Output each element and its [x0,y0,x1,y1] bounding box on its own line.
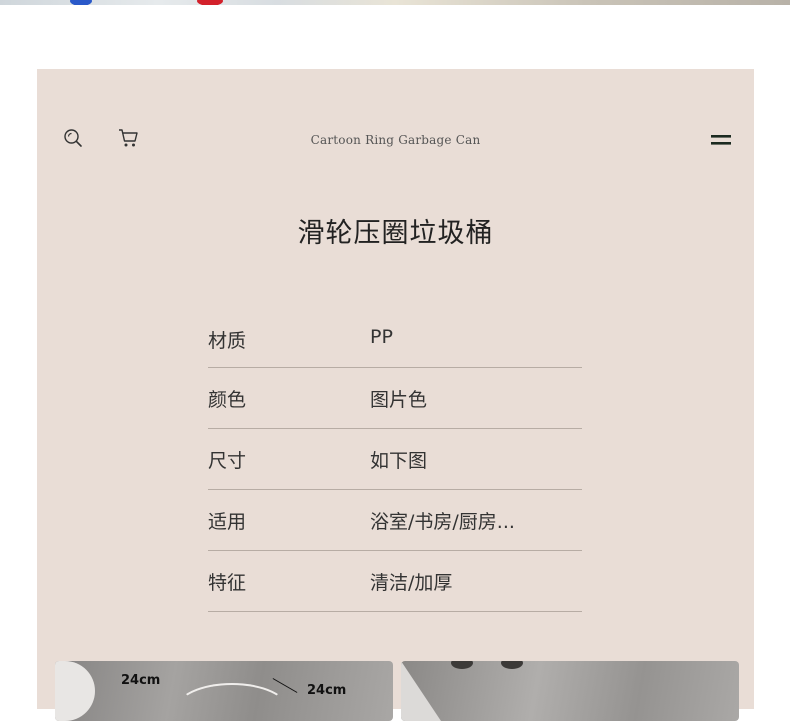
dimension-arrow [272,678,298,693]
spec-row: 颜色 图片色 [208,368,582,429]
spec-key: 特征 [208,572,247,594]
product-title: 滑轮压圈垃圾桶 [297,218,494,249]
bin-edge-shape [401,661,441,721]
spec-key: 颜色 [208,389,247,411]
spec-value: PP [370,326,393,348]
dimension-label: 24cm [121,673,161,688]
menu-button[interactable] [709,133,733,149]
spec-row: 适用 浴室/书房/厨房... [208,490,582,551]
wheel-shape [501,661,523,669]
product-photo-dimensions: 24cm 24cm [55,661,393,721]
spec-value: 清洁/加厚 [370,572,453,594]
ring-outline [175,683,289,721]
card-header: Cartoon Ring Garbage Can [37,69,754,209]
spec-value: 图片色 [370,389,428,411]
spec-row: 特征 清洁/加厚 [208,551,582,612]
spec-table: 材质 PP 颜色 图片色 尺寸 如下图 适用 浴室/书房/厨房... 特征 清洁… [208,309,582,612]
spec-value: 如下图 [370,450,428,472]
product-card: Cartoon Ring Garbage Can 滑轮压圈垃圾桶 材质 PP 颜… [37,69,754,721]
product-photo [401,661,739,721]
spec-key: 适用 [208,511,247,533]
brand-title: Cartoon Ring Garbage Can [310,133,481,147]
spec-row: 材质 PP [208,309,582,368]
spec-key: 尺寸 [208,450,247,472]
spec-value: 浴室/书房/厨房... [370,511,515,533]
banner-red-shape [197,0,223,5]
spec-key: 材质 [208,330,247,352]
spec-row: 尺寸 如下图 [208,429,582,490]
dimension-label: 24cm [307,683,347,698]
menu-icon [710,132,732,151]
top-banner-strip [0,0,790,5]
wheel-shape [451,661,473,669]
bin-lid-shape [55,661,95,721]
banner-blue-shape [70,0,92,5]
